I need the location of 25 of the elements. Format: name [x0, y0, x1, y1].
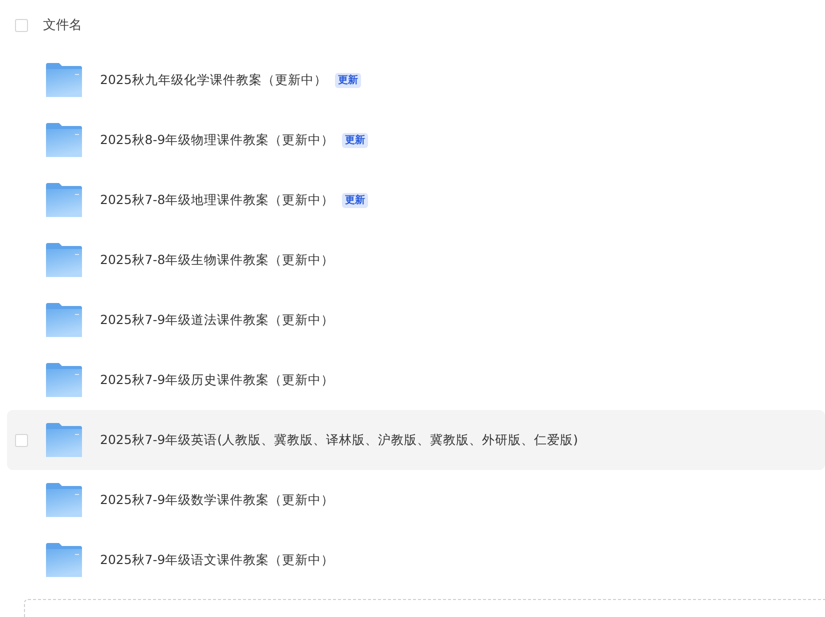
- folder-icon: [46, 123, 82, 157]
- folder-icon: [46, 243, 82, 277]
- folder-icon: [46, 363, 82, 397]
- folder-name[interactable]: 2025秋7-8年级地理课件教案（更新中）: [100, 192, 334, 208]
- file-row-hovered[interactable]: 2025秋7-9年级英语(人教版、冀教版、译林版、沪教版、冀教版、外研版、仁爱版): [7, 410, 825, 470]
- folder-name[interactable]: 2025秋7-9年级英语(人教版、冀教版、译林版、沪教版、冀教版、外研版、仁爱版): [100, 432, 578, 448]
- folder-icon: [46, 543, 82, 577]
- folder-name[interactable]: 2025秋7-9年级道法课件教案（更新中）: [100, 312, 334, 328]
- folder-icon: [46, 423, 82, 457]
- folder-name[interactable]: 2025秋7-9年级数学课件教案（更新中）: [100, 492, 334, 508]
- folder-name[interactable]: 2025秋九年级化学课件教案（更新中）: [100, 72, 327, 88]
- folder-name[interactable]: 2025秋7-9年级历史课件教案（更新中）: [100, 372, 334, 388]
- folder-name[interactable]: 2025秋7-8年级生物课件教案（更新中）: [100, 252, 334, 268]
- update-tag: 更新: [342, 132, 368, 148]
- folder-name[interactable]: 2025秋7-9年级语文课件教案（更新中）: [100, 552, 334, 568]
- folder-icon: [46, 303, 82, 337]
- update-tag: 更新: [334, 72, 361, 88]
- update-tag: 更新: [342, 192, 368, 208]
- folder-name[interactable]: 2025秋8-9年级物理课件教案（更新中）: [100, 132, 334, 148]
- file-name-column-header: 文件名: [43, 17, 82, 34]
- folder-icon: [46, 63, 82, 97]
- row-checkbox[interactable]: [15, 434, 28, 446]
- select-all-checkbox[interactable]: [15, 18, 28, 32]
- folder-icon: [46, 183, 82, 217]
- folder-icon: [46, 483, 82, 517]
